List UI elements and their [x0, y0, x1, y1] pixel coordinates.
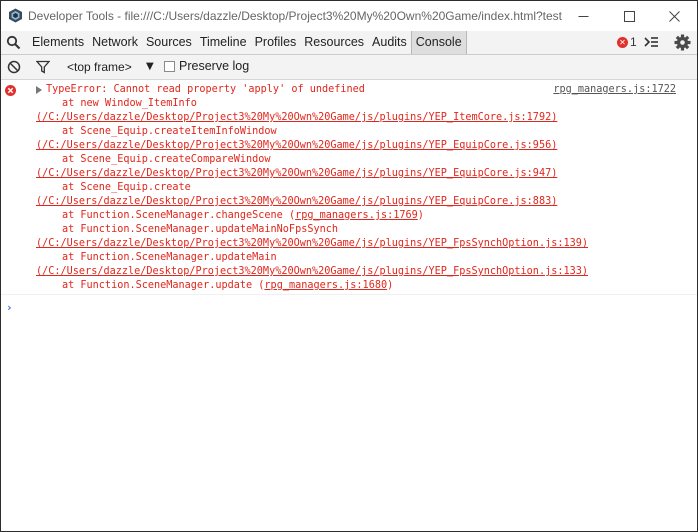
devtools-window: Developer Tools - file:///C:/Users/dazzl… [0, 0, 698, 532]
stack-frame: at Function.SceneManager.updateMainNoFps… [62, 224, 339, 235]
close-button[interactable] [651, 1, 697, 31]
error-count: 1 [630, 35, 637, 49]
source-link[interactable]: rpg_managers.js:1722 [553, 84, 676, 95]
error-count-badge[interactable]: ✕ 1 [617, 36, 637, 49]
stack-frame: at Scene_Equip.createCompareWindow [62, 154, 271, 165]
tab-profiles[interactable]: Profiles [251, 31, 301, 54]
window-title: Developer Tools - file:///C:/Users/dazzl… [28, 9, 563, 23]
tab-sources[interactable]: Sources [142, 31, 196, 54]
expand-triangle-icon[interactable] [36, 86, 42, 94]
tab-console[interactable]: Console [410, 31, 467, 54]
console-toolbar: <top frame> ▼ Preserve log [1, 55, 697, 80]
console-prompt[interactable]: › [6, 301, 13, 314]
tab-resources[interactable]: Resources [300, 31, 368, 54]
stack-link[interactable]: rpg_managers.js:1769 [295, 210, 418, 221]
devtools-app-icon [9, 8, 22, 23]
minimize-button[interactable] [560, 1, 606, 31]
tab-timeline[interactable]: Timeline [196, 31, 251, 54]
filter-icon[interactable] [36, 60, 50, 74]
maximize-button[interactable] [606, 1, 652, 31]
search-icon[interactable] [6, 35, 21, 50]
panel-tabs-bar: Elements Network Sources Timeline Profil… [1, 31, 697, 55]
stack-frame: at new Window_ItemInfo [62, 98, 197, 109]
error-text: TypeError: Cannot read property 'apply' … [46, 84, 365, 95]
maximize-icon [623, 10, 635, 22]
chevron-down-icon[interactable]: ▼ [146, 61, 154, 72]
title-bar: Developer Tools - file:///C:/Users/dazzl… [1, 1, 697, 31]
show-drawer-icon[interactable] [643, 35, 659, 49]
error-icon [5, 85, 16, 96]
error-message: TypeError: Cannot read property 'apply' … [1, 80, 697, 295]
preserve-log-label: Preserve log [179, 59, 250, 73]
stack-frame: at Scene_Equip.create [62, 182, 191, 193]
stack-link[interactable]: (/C:/Users/dazzle/Desktop/Project3%20My%… [36, 196, 557, 207]
error-icon: ✕ [617, 37, 628, 48]
tab-elements[interactable]: Elements [28, 31, 88, 54]
stack-link[interactable]: (/C:/Users/dazzle/Desktop/Project3%20My%… [36, 112, 557, 123]
tab-network[interactable]: Network [88, 31, 142, 54]
tab-audits[interactable]: Audits [368, 31, 411, 54]
stack-link[interactable]: (/C:/Users/dazzle/Desktop/Project3%20My%… [36, 266, 588, 277]
stack-frame: at Scene_Equip.createItemInfoWindow [62, 126, 277, 137]
stack-link[interactable]: (/C:/Users/dazzle/Desktop/Project3%20My%… [36, 140, 557, 151]
stack-link[interactable]: (/C:/Users/dazzle/Desktop/Project3%20My%… [36, 238, 588, 249]
frame-selector[interactable]: <top frame> [67, 60, 132, 74]
close-icon [668, 10, 680, 22]
clear-console-icon[interactable] [7, 60, 21, 74]
stack-frame: at Function.SceneManager.update [62, 280, 253, 291]
stack-frame: at Function.SceneManager.changeScene [62, 210, 283, 221]
minimize-icon [578, 15, 588, 17]
preserve-log-checkbox[interactable] [164, 60, 175, 72]
stack-frame: at Function.SceneManager.updateMain [62, 252, 277, 263]
gear-icon[interactable] [674, 34, 691, 51]
preserve-log-option[interactable]: Preserve log [164, 59, 249, 73]
stack-link[interactable]: rpg_managers.js:1680 [264, 280, 387, 291]
stack-link[interactable]: (/C:/Users/dazzle/Desktop/Project3%20My%… [36, 168, 557, 179]
panel-tabs: Elements Network Sources Timeline Profil… [28, 31, 467, 54]
